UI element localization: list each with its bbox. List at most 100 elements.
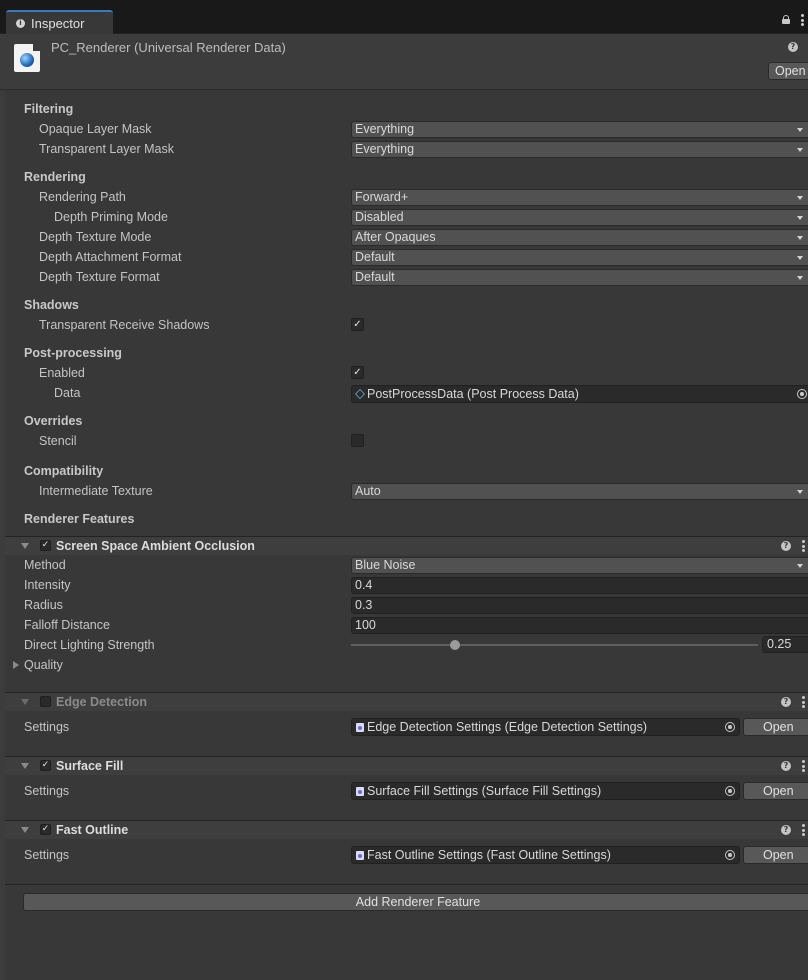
direct-lighting-slider-thumb[interactable] bbox=[450, 640, 460, 650]
ssao-radius-label: Radius bbox=[24, 598, 63, 612]
fast-outline-settings-label: Settings bbox=[24, 848, 70, 862]
add-renderer-feature-button[interactable]: Add Renderer Feature bbox=[23, 893, 808, 911]
post-process-data-value: PostProcessData (Post Process Data) bbox=[367, 387, 579, 401]
object-picker-icon[interactable] bbox=[720, 783, 740, 799]
ssao-enabled-checkbox[interactable]: ✓ bbox=[40, 540, 51, 551]
feature-menu-icon[interactable] bbox=[802, 540, 805, 554]
surface-fill-settings-value: Surface Fill Settings (Surface Fill Sett… bbox=[367, 784, 602, 798]
surface-fill-settings-label: Settings bbox=[24, 784, 70, 798]
ssao-method-label: Method bbox=[24, 558, 66, 572]
foldout-collapsed-icon[interactable] bbox=[13, 661, 19, 669]
section-shadows: Shadows bbox=[24, 298, 79, 312]
kebab-menu-icon[interactable] bbox=[801, 14, 804, 28]
object-picker-icon[interactable] bbox=[720, 847, 740, 863]
divider bbox=[5, 884, 808, 885]
foldout-expanded-icon[interactable] bbox=[21, 763, 29, 769]
fast-outline-open-button[interactable]: Open bbox=[743, 846, 808, 864]
section-post-processing: Post-processing bbox=[24, 346, 122, 360]
edge-detection-enabled-checkbox[interactable] bbox=[40, 696, 51, 707]
transparent-layer-mask-label: Transparent Layer Mask bbox=[39, 142, 175, 156]
foldout-expanded-icon[interactable] bbox=[21, 827, 29, 833]
ssao-intensity-field[interactable]: 0.4 bbox=[351, 577, 808, 594]
section-renderer-features: Renderer Features bbox=[24, 512, 135, 526]
feature-menu-icon[interactable] bbox=[802, 760, 805, 774]
edge-detection-settings-label: Settings bbox=[24, 720, 70, 734]
ssao-direct-lighting-label: Direct Lighting Strength bbox=[24, 638, 155, 652]
tab-bar: i Inspector bbox=[0, 0, 808, 34]
help-icon[interactable]: ? bbox=[781, 761, 791, 771]
tab-label: Inspector bbox=[31, 15, 85, 31]
fast-outline-title: Fast Outline bbox=[56, 823, 129, 837]
transparent-receive-shadows-checkbox[interactable]: ✓ bbox=[351, 318, 364, 331]
direct-lighting-value-field[interactable]: 0.25 bbox=[762, 636, 808, 653]
rendering-path-dropdown[interactable]: Forward+ bbox=[351, 189, 808, 206]
post-process-data-field[interactable]: PostProcessData (Post Process Data) bbox=[351, 385, 808, 403]
help-icon[interactable]: ? bbox=[781, 541, 791, 551]
open-button[interactable]: Open bbox=[768, 62, 808, 80]
help-icon[interactable]: ? bbox=[788, 42, 798, 52]
feature-menu-icon[interactable] bbox=[802, 696, 805, 710]
post-processing-enabled-checkbox[interactable]: ✓ bbox=[351, 366, 364, 379]
foldout-expanded-icon[interactable] bbox=[21, 699, 29, 705]
direct-lighting-slider-track[interactable] bbox=[351, 644, 758, 646]
fast-outline-settings-field[interactable]: Fast Outline Settings (Fast Outline Sett… bbox=[351, 846, 740, 864]
help-icon[interactable]: ? bbox=[781, 825, 791, 835]
object-picker-icon[interactable] bbox=[720, 719, 740, 735]
section-rendering: Rendering bbox=[24, 170, 86, 184]
post-process-data-icon bbox=[355, 389, 365, 399]
scriptable-object-icon bbox=[356, 787, 364, 796]
lock-icon[interactable] bbox=[782, 15, 790, 24]
ssao-quality-foldout[interactable]: Quality bbox=[24, 658, 63, 672]
surface-fill-enabled-checkbox[interactable]: ✓ bbox=[40, 760, 51, 771]
rendering-path-label: Rendering Path bbox=[39, 190, 126, 204]
depth-texture-mode-label: Depth Texture Mode bbox=[39, 230, 152, 244]
ssao-falloff-label: Falloff Distance bbox=[24, 618, 110, 632]
depth-texture-mode-dropdown[interactable]: After Opaques bbox=[351, 229, 808, 246]
transparent-layer-mask-dropdown[interactable]: Everything bbox=[351, 141, 808, 158]
inspector-header: PC_Renderer (Universal Renderer Data) ? … bbox=[0, 34, 808, 90]
surface-fill-open-button[interactable]: Open bbox=[743, 782, 808, 800]
ssao-title: Screen Space Ambient Occlusion bbox=[56, 539, 255, 553]
section-compatibility: Compatibility bbox=[24, 464, 104, 478]
depth-texture-format-dropdown[interactable]: Default bbox=[351, 269, 808, 286]
fast-outline-enabled-checkbox[interactable]: ✓ bbox=[40, 824, 51, 835]
stencil-checkbox[interactable] bbox=[351, 434, 364, 447]
transparent-receive-shadows-label: Transparent Receive Shadows bbox=[39, 318, 210, 332]
edge-detection-open-button[interactable]: Open bbox=[743, 718, 808, 736]
object-picker-icon[interactable] bbox=[792, 386, 808, 402]
tab-inspector[interactable]: i Inspector bbox=[6, 10, 113, 34]
info-icon: i bbox=[16, 18, 25, 28]
asset-title: PC_Renderer (Universal Renderer Data) bbox=[51, 40, 286, 55]
depth-texture-format-label: Depth Texture Format bbox=[39, 270, 160, 284]
intermediate-texture-label: Intermediate Texture bbox=[39, 484, 153, 498]
scriptable-object-icon bbox=[356, 723, 364, 732]
depth-attachment-format-dropdown[interactable]: Default bbox=[351, 249, 808, 266]
help-icon[interactable]: ? bbox=[781, 697, 791, 707]
foldout-expanded-icon[interactable] bbox=[21, 543, 29, 549]
ssao-method-dropdown[interactable]: Blue Noise bbox=[351, 557, 808, 574]
section-filtering: Filtering bbox=[24, 102, 74, 116]
ssao-radius-field[interactable]: 0.3 bbox=[351, 597, 808, 614]
edge-detection-settings-field[interactable]: Edge Detection Settings (Edge Detection … bbox=[351, 718, 740, 736]
ssao-intensity-label: Intensity bbox=[24, 578, 71, 592]
ssao-falloff-field[interactable]: 100 bbox=[351, 617, 808, 634]
intermediate-texture-dropdown[interactable]: Auto bbox=[351, 483, 808, 500]
depth-priming-mode-label: Depth Priming Mode bbox=[54, 210, 168, 224]
scriptable-object-icon bbox=[356, 851, 364, 860]
opaque-layer-mask-dropdown[interactable]: Everything bbox=[351, 121, 808, 138]
depth-priming-mode-dropdown[interactable]: Disabled bbox=[351, 209, 808, 226]
opaque-layer-mask-label: Opaque Layer Mask bbox=[39, 122, 152, 136]
feature-menu-icon[interactable] bbox=[802, 824, 805, 838]
depth-attachment-format-label: Depth Attachment Format bbox=[39, 250, 182, 264]
stencil-label: Stencil bbox=[39, 434, 77, 448]
feature-header-surface-fill[interactable] bbox=[5, 757, 808, 775]
fast-outline-settings-value: Fast Outline Settings (Fast Outline Sett… bbox=[367, 848, 611, 862]
edge-detection-title: Edge Detection bbox=[56, 695, 147, 709]
surface-fill-title: Surface Fill bbox=[56, 759, 124, 773]
section-overrides: Overrides bbox=[24, 414, 83, 428]
renderer-asset-icon bbox=[14, 44, 40, 72]
inspector-gutter bbox=[0, 90, 5, 980]
surface-fill-settings-field[interactable]: Surface Fill Settings (Surface Fill Sett… bbox=[351, 782, 740, 800]
post-processing-enabled-label: Enabled bbox=[39, 366, 85, 380]
post-process-data-label: Data bbox=[54, 386, 81, 400]
